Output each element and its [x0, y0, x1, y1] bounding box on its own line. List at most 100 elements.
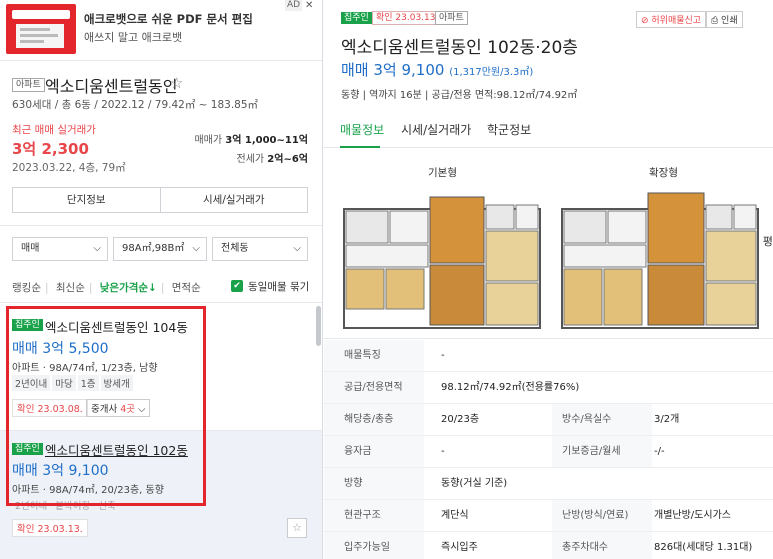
floorplan-basic-label: 기본형: [428, 167, 457, 179]
spec-value: -: [441, 350, 445, 361]
spec-value: 20/23층: [441, 414, 480, 425]
complex-name: 엑소디움센트럴동인: [45, 77, 178, 96]
floorplan-basic[interactable]: [342, 185, 542, 330]
property-type-badge: 아파트: [435, 11, 468, 25]
tab-market-price[interactable]: 시세/실거래가: [401, 121, 471, 138]
sort-latest[interactable]: 최신순: [56, 282, 85, 294]
dong-value: 전체동: [221, 243, 249, 254]
sort-ranking[interactable]: 랭킹순: [12, 282, 41, 294]
listing-panel: 애크로뱃으로 쉬운 PDF 문서 편집 애쓰지 말고 애크로뱃 AD ✕ 아파트…: [0, 0, 323, 559]
price-per-area: (1,317만원/3.3㎡): [449, 67, 534, 78]
spec-value: 3/2개: [654, 414, 680, 425]
table-row: 공급/전용면적 98.12㎡/74.92㎡(전용률76%): [324, 372, 773, 404]
ad-close-icon[interactable]: ✕: [305, 0, 313, 11]
scrollbar[interactable]: [316, 306, 321, 346]
detail-price-value: 매매 3억 9,100: [341, 61, 445, 79]
spec-key: 해당층/총층: [324, 404, 424, 435]
table-row: 매물특징 -: [324, 340, 773, 372]
spec-value: -/-: [654, 446, 665, 457]
confirm-date: 확인 23.03.13.: [372, 11, 443, 25]
sort-options: 랭킹순 | 최신순 | 낮은가격순↓ | 면적순: [12, 280, 205, 295]
lease-range-value: 2억~6억: [267, 154, 308, 165]
lease-range-label: 전세가: [236, 154, 265, 165]
favorite-star-icon[interactable]: ☆: [170, 74, 183, 92]
spec-key: 난방(방식/연료): [552, 500, 652, 531]
floorplan-area: 기본형 확장형: [324, 149, 773, 339]
detail-tabs: 매물정보 시세/실거래가 학군정보 ↻ 평: [324, 112, 773, 248]
trade-type-value: 매매: [21, 243, 40, 254]
sale-price-range: 매매가 3억 1,000~11억: [194, 131, 308, 146]
detail-price: 매매 3억 9,100 (1,317만원/3.3㎡): [341, 59, 533, 80]
spec-key: 매물특징: [324, 340, 424, 371]
ad-tag: AD: [285, 0, 303, 11]
floorplan-extended-label: 확장형: [649, 167, 678, 179]
divider: [0, 302, 322, 303]
active-tab-indicator: [340, 146, 380, 148]
spec-key: 기보증금/월세: [552, 436, 652, 467]
spec-key: 방향: [324, 468, 424, 499]
group-same-checkbox[interactable]: ✔: [231, 280, 243, 292]
favorite-star-icon[interactable]: ☆: [287, 518, 307, 538]
owner-badge: 집주인: [341, 12, 372, 24]
real-estate-app: 애크로뱃으로 쉬운 PDF 문서 편집 애쓰지 말고 애크로뱃 AD ✕ 아파트…: [0, 0, 773, 559]
print-button[interactable]: ⎙ 인쇄: [706, 11, 743, 28]
tab-complex-info[interactable]: 단지정보: [13, 188, 160, 212]
spec-key: 총주차대수: [552, 532, 652, 559]
dong-select[interactable]: 전체동 ⌵: [212, 237, 308, 261]
recent-trade-date: 2023.03.22, 4층, 79㎡: [12, 162, 126, 174]
sale-range-value: 3억 1,000~11억: [225, 135, 308, 146]
table-row: 해당층/총층 20/23층 방수/욕실수 3/2개: [324, 404, 773, 436]
report-button[interactable]: ⊘ 허위매물신고: [636, 11, 707, 28]
detail-title: 엑소디움센트럴동인 102동·20층: [341, 38, 578, 58]
complex-type-badge: 아파트: [12, 78, 45, 92]
spec-value: 동향(거실 기준): [441, 478, 508, 489]
spec-key: 공급/전용면적: [324, 372, 424, 403]
recent-trade-price: 3억 2,300: [12, 140, 89, 158]
lease-price-range: 전세가 2억~6억: [237, 150, 309, 165]
spec-key: 현관구조: [324, 500, 424, 531]
ad-thumbnail[interactable]: [6, 4, 76, 54]
chevron-down-icon: ⌵: [93, 243, 101, 254]
chevron-down-icon: ⌵: [192, 243, 200, 254]
divider: |: [160, 282, 165, 294]
complex-info: 630세대 / 총 6동 / 2022.12 / 79.42㎡ ~ 183.85…: [12, 99, 259, 111]
spec-key: 방수/욕실수: [552, 404, 652, 435]
divider: |: [88, 282, 93, 294]
ad-subtitle: 애쓰지 말고 애크로뱃: [84, 31, 183, 44]
spec-value: 98.12㎡/74.92㎡(전용률76%): [441, 382, 580, 393]
sale-range-label: 매매가: [194, 135, 223, 146]
spec-key: 융자금: [324, 436, 424, 467]
spec-key: 입주가능일: [324, 532, 424, 559]
tab-listing-info[interactable]: 매물정보: [340, 121, 384, 138]
tab-market-price[interactable]: 시세/실거래가: [159, 188, 308, 212]
detail-summary: 동향 | 역까지 16분 | 공급/전용 면적:98.12㎡/74.92㎡: [341, 90, 578, 101]
tab-school-info[interactable]: 학군정보: [487, 121, 531, 138]
sort-area[interactable]: 면적순: [172, 282, 201, 294]
spec-value: -: [441, 446, 445, 457]
area-select[interactable]: 98A㎡,98B㎡ ⌵: [113, 237, 207, 261]
area-value: 98A㎡,98B㎡: [122, 243, 185, 254]
table-row: 현관구조 계단식 난방(방식/연료) 개별난방/도시가스: [324, 500, 773, 532]
spec-value: 개별난방/도시가스: [654, 510, 731, 521]
ad-title[interactable]: 애크로뱃으로 쉬운 PDF 문서 편집: [84, 11, 253, 27]
confirm-date: 확인 23.03.13.: [12, 519, 88, 537]
ad-banner[interactable]: 애크로뱃으로 쉬운 PDF 문서 편집 애쓰지 말고 애크로뱃 AD ✕: [0, 0, 322, 60]
table-row: 입주가능일 즉시입주 총주차대수 826대(세대당 1.31대): [324, 532, 773, 559]
floorplan-extended[interactable]: [560, 185, 760, 330]
chevron-down-icon: ⌵: [293, 243, 301, 254]
spec-value: 계단식: [441, 510, 469, 521]
divider: [0, 60, 322, 61]
table-row: 방향 동향(거실 기준): [324, 468, 773, 500]
sort-low-price[interactable]: 낮은가격순↓: [100, 282, 157, 294]
detail-panel: 집주인 확인 23.03.13. 아파트 ⊘ 허위매물신고 ⎙ 인쇄 엑소디움센…: [324, 0, 773, 559]
complex-tabs: 단지정보 시세/실거래가: [12, 187, 308, 213]
trade-type-select[interactable]: 매매 ⌵: [12, 237, 108, 261]
table-row: 융자금 - 기보증금/월세 -/-: [324, 436, 773, 468]
divider: |: [44, 282, 49, 294]
group-same-label[interactable]: 동일매물 묶기: [248, 279, 309, 294]
spec-value: 즉시입주: [441, 542, 478, 553]
highlight-box: [6, 306, 206, 506]
recent-trade-label: 최근 매매 실거래가: [12, 124, 96, 136]
divider: [0, 225, 322, 226]
spec-value: 826대(세대당 1.31대): [654, 542, 753, 553]
